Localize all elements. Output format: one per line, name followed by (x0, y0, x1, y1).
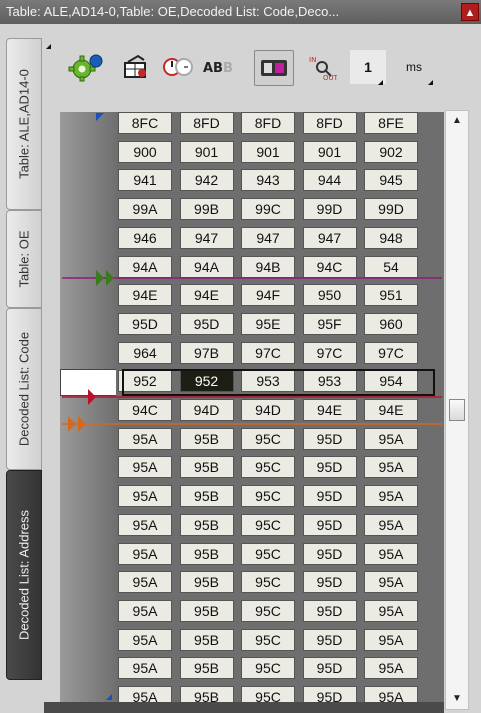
scroll-up-icon[interactable]: ▲ (446, 111, 468, 131)
scroll-thumb[interactable] (449, 399, 465, 421)
orange-marker-icon[interactable] (68, 416, 76, 432)
bottom-border (44, 702, 444, 713)
top-marker-icon (96, 113, 104, 121)
bottom-marker-icon (106, 694, 112, 700)
cursor-marker-icon[interactable] (96, 270, 104, 286)
cursor-marker-icon[interactable] (106, 270, 114, 286)
red-marker-icon[interactable] (88, 389, 96, 405)
orange-marker-icon[interactable] (78, 416, 86, 432)
marker-overlay (62, 113, 442, 700)
scroll-down-icon[interactable]: ▼ (446, 689, 468, 709)
vertical-scrollbar[interactable]: ▲ ▼ (445, 110, 469, 710)
